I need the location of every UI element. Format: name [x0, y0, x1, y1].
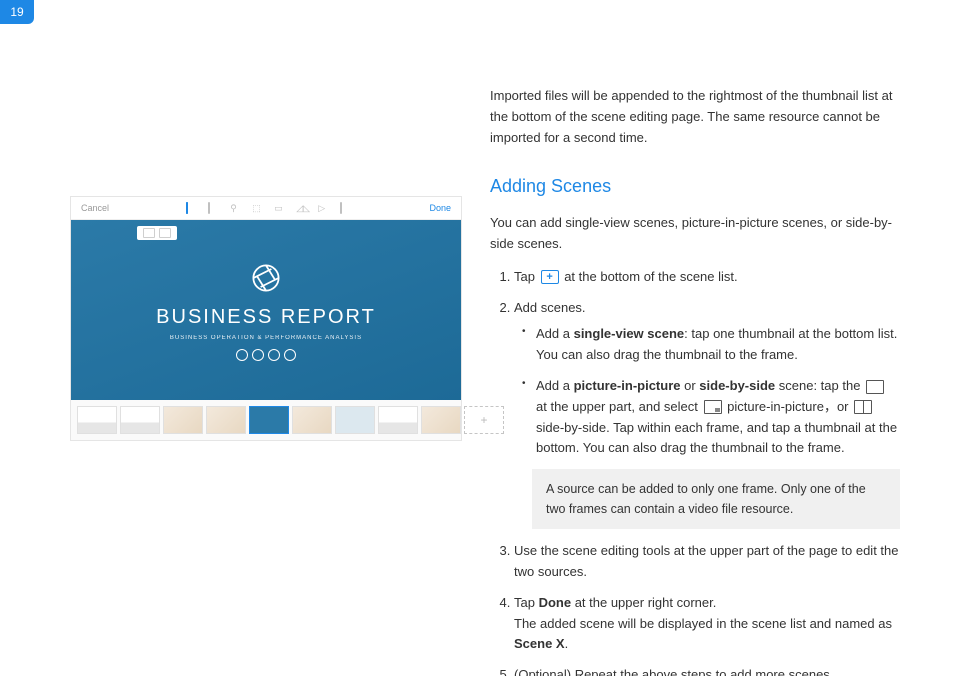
scene-editor-screenshot: Cancel ⚲ ⬚ ▭ ◿◺ ▷ Done: [70, 196, 462, 441]
screenshot-figure: Cancel ⚲ ⬚ ▭ ◿◺ ▷ Done: [70, 196, 460, 441]
thumbnail-strip: +: [71, 400, 461, 440]
text: .: [565, 636, 569, 651]
thumbnail[interactable]: [335, 406, 375, 434]
sbs-icon: [854, 400, 872, 414]
steps-list: Tap + at the bottom of the scene list. A…: [490, 267, 900, 676]
search-icon[interactable]: ⚲: [230, 203, 242, 213]
term: picture-in-picture: [574, 378, 681, 393]
step-2: Add scenes. Add a single-view scene: tap…: [514, 298, 900, 530]
thumbnail[interactable]: [120, 406, 160, 434]
term: Scene X: [514, 636, 565, 651]
aperture-icon: [248, 260, 284, 296]
text: Add scenes.: [514, 300, 586, 315]
pip-icon: [704, 400, 722, 414]
social-icons: [236, 349, 296, 361]
bullet-pip-sbs: Add a picture-in-picture or side-by-side…: [526, 376, 900, 459]
doc-body: Imported files will be appended to the r…: [490, 86, 900, 676]
text: or: [681, 378, 700, 393]
text: picture-in-picture，or: [727, 399, 852, 414]
crop-icon[interactable]: ⬚: [252, 203, 264, 213]
text: Tap: [514, 269, 539, 284]
thumbnail[interactable]: [378, 406, 418, 434]
slide-title: BUSINESS REPORT: [156, 306, 376, 329]
flip-icon[interactable]: ◿◺: [296, 203, 308, 213]
toolbar-icons: ⚲ ⬚ ▭ ◿◺ ▷: [109, 203, 429, 213]
text: side-by-side. Tap within each frame, and…: [536, 420, 897, 456]
text: at the bottom of the scene list.: [564, 269, 737, 284]
text: The added scene will be displayed in the…: [514, 616, 892, 631]
text: at the upper part, and select: [536, 399, 702, 414]
term: Done: [539, 595, 572, 610]
section-heading: Adding Scenes: [490, 172, 900, 201]
layout-chip[interactable]: [137, 226, 177, 240]
thumbnail[interactable]: [421, 406, 461, 434]
note-box: A source can be added to only one frame.…: [532, 469, 900, 529]
text: scene: tap the: [775, 378, 864, 393]
layout-single-icon[interactable]: [186, 203, 198, 213]
section-intro: You can add single-view scenes, picture-…: [490, 213, 900, 255]
text: Add a: [536, 326, 574, 341]
term: single-view scene: [574, 326, 685, 341]
folder-icon[interactable]: ▭: [274, 203, 286, 213]
sub-bullets: Add a single-view scene: tap one thumbna…: [514, 324, 900, 459]
step-4: Tap Done at the upper right corner. The …: [514, 593, 900, 655]
bullet-single-view: Add a single-view scene: tap one thumbna…: [526, 324, 900, 366]
cancel-button[interactable]: Cancel: [81, 203, 109, 213]
intro-paragraph: Imported files will be appended to the r…: [490, 86, 900, 148]
step-1: Tap + at the bottom of the scene list.: [514, 267, 900, 288]
step-5: (Optional) Repeat the above steps to add…: [514, 665, 900, 676]
text: at the upper right corner.: [571, 595, 716, 610]
thumbnail[interactable]: [163, 406, 203, 434]
done-button[interactable]: Done: [429, 203, 451, 213]
thumbnail[interactable]: [292, 406, 332, 434]
thumbnail[interactable]: [206, 406, 246, 434]
scene-preview: BUSINESS REPORT BUSINESS OPERATION & PER…: [71, 220, 461, 400]
editor-top-bar: Cancel ⚲ ⬚ ▭ ◿◺ ▷ Done: [71, 197, 461, 220]
add-scene-icon: +: [541, 270, 559, 284]
page-number: 19: [0, 0, 34, 24]
slide-subtitle: BUSINESS OPERATION & PERFORMANCE ANALYSI…: [170, 335, 362, 341]
frame-icon: [866, 380, 884, 394]
layout-pip-icon[interactable]: [208, 203, 220, 213]
term: side-by-side: [699, 378, 775, 393]
thumbnail[interactable]: [77, 406, 117, 434]
flag-icon[interactable]: ▷: [318, 203, 330, 213]
step-3: Use the scene editing tools at the upper…: [514, 541, 900, 583]
text: Tap: [514, 595, 539, 610]
thumbnail-selected[interactable]: [249, 406, 289, 434]
frame-icon[interactable]: [340, 203, 352, 213]
text: Add a: [536, 378, 574, 393]
